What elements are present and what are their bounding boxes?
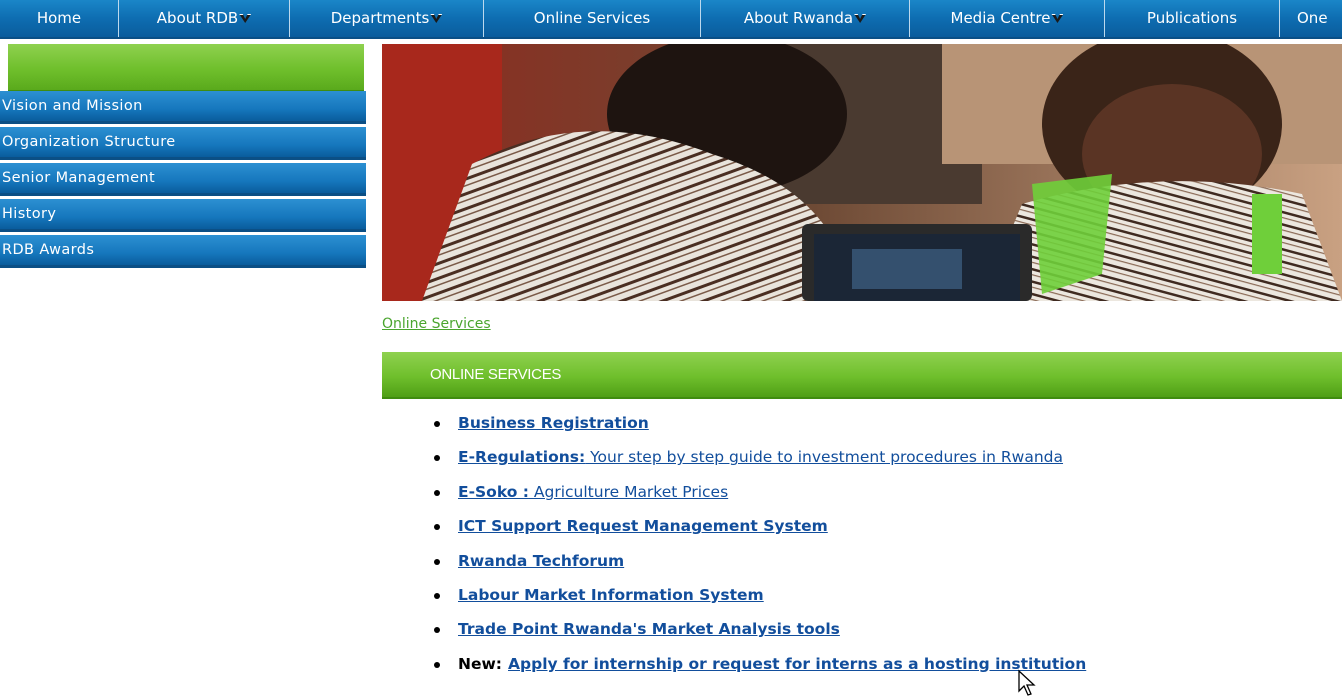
sidebar-item-label: RDB Awards <box>2 242 95 258</box>
chevron-down-icon <box>1051 14 1064 23</box>
sidebar-item-organization-structure[interactable]: Organization Structure <box>0 127 366 160</box>
bullet-icon <box>434 489 440 496</box>
nav-departments-label: Departments <box>330 9 430 27</box>
list-item: ICT Support Request Management System <box>432 517 1086 551</box>
bullet-icon <box>434 421 440 427</box>
sidebar-item-history[interactable]: History <box>0 199 366 232</box>
list-item: Trade Point Rwanda's Market Analysis too… <box>432 620 1086 654</box>
nav-one[interactable]: One <box>1280 0 1342 37</box>
bullet-icon <box>434 661 440 668</box>
sidebar-item-label: History <box>2 206 57 222</box>
nav-online-services-label: Online Services <box>533 9 651 27</box>
nav-publications[interactable]: Publications <box>1105 0 1280 37</box>
breadcrumb-online-services[interactable]: Online Services <box>382 316 491 332</box>
nav-online-services[interactable]: Online Services <box>484 0 701 37</box>
service-link-business-registration[interactable]: Business Registration <box>458 414 649 432</box>
section-header: ONLINE SERVICES <box>382 352 1342 399</box>
service-link-labour-market[interactable]: Labour Market Information System <box>458 586 764 604</box>
list-item: E-Regulations: Your step by step guide t… <box>432 448 1086 482</box>
bullet-icon <box>434 524 440 531</box>
sidebar-item-rdb-awards[interactable]: RDB Awards <box>0 235 366 268</box>
nav-about-rdb-label: About RDB <box>156 9 239 27</box>
nav-media-centre[interactable]: Media Centre <box>910 0 1105 37</box>
list-item: New: Apply for internship or request for … <box>432 655 1086 689</box>
bullet-icon <box>434 455 440 462</box>
hero-photo-illustration <box>382 44 1342 301</box>
service-link-internship[interactable]: Apply for internship or request for inte… <box>508 655 1086 673</box>
sidebar-item-senior-management[interactable]: Senior Management <box>0 163 366 196</box>
service-link-description: Agriculture Market Prices <box>528 482 729 501</box>
sidebar-item-label: Organization Structure <box>2 134 176 150</box>
service-link-rwanda-techforum[interactable]: Rwanda Techforum <box>458 552 624 570</box>
service-link-e-soko[interactable]: E-Soko : Agriculture Market Prices <box>458 483 728 501</box>
chevron-down-icon <box>239 14 252 23</box>
service-link-e-regulations[interactable]: E-Regulations: Your step by step guide t… <box>458 448 1063 466</box>
list-item: Rwanda Techforum <box>432 552 1086 586</box>
new-label: New: <box>458 654 503 673</box>
sidebar-item-label: Senior Management <box>2 170 156 186</box>
nav-media-centre-label: Media Centre <box>950 9 1051 27</box>
service-link-trade-point[interactable]: Trade Point Rwanda's Market Analysis too… <box>458 620 840 638</box>
bullet-icon <box>434 558 440 565</box>
list-item: Labour Market Information System <box>432 586 1086 620</box>
services-list: Business Registration E-Regulations: You… <box>432 414 1086 689</box>
sidebar-item-label: Vision and Mission <box>2 98 143 114</box>
list-item: Business Registration <box>432 414 1086 448</box>
service-link-label: E-Regulations: <box>458 448 586 467</box>
service-link-description: Your step by step guide to investment pr… <box>585 448 1064 467</box>
list-item: E-Soko : Agriculture Market Prices <box>432 483 1086 517</box>
chevron-down-icon <box>430 14 443 23</box>
top-navigation: Home About RDB Departments Online Servic… <box>0 0 1342 39</box>
nav-departments[interactable]: Departments <box>290 0 484 37</box>
chevron-down-icon <box>854 14 867 23</box>
mouse-cursor-icon <box>1018 669 1036 696</box>
nav-about-rwanda-label: About Rwanda <box>743 9 854 27</box>
service-link-ict-support[interactable]: ICT Support Request Management System <box>458 517 828 535</box>
bullet-icon <box>434 627 440 634</box>
service-link-label: E-Soko : <box>458 482 529 501</box>
sidebar-item-vision-mission[interactable]: Vision and Mission <box>0 91 366 124</box>
nav-home[interactable]: Home <box>0 0 119 37</box>
hero-image <box>382 44 1342 301</box>
sidebar-header-bar <box>8 44 364 92</box>
nav-home-label: Home <box>36 9 82 27</box>
nav-about-rdb[interactable]: About RDB <box>119 0 290 37</box>
sidebar: Vision and Mission Organization Structur… <box>0 91 366 271</box>
nav-about-rwanda[interactable]: About Rwanda <box>701 0 910 37</box>
section-title: ONLINE SERVICES <box>430 366 562 383</box>
nav-publications-label: Publications <box>1146 9 1238 27</box>
bullet-icon <box>434 592 440 599</box>
nav-one-label: One <box>1297 9 1328 27</box>
